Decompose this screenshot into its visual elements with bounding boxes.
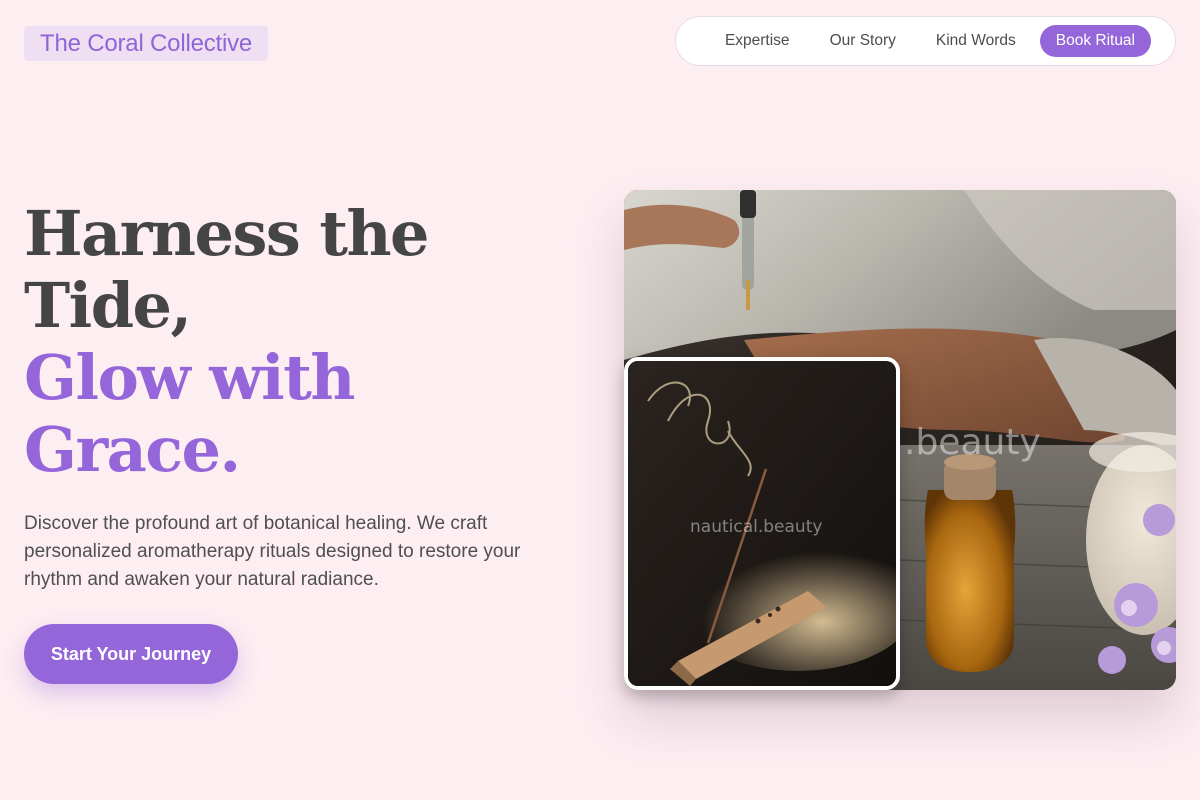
hero-description: Discover the profound art of botanical h… <box>24 513 521 590</box>
main-image-watermark: .beauty <box>904 422 1041 463</box>
top-nav: Expertise Our Story Kind Words Book Ritu… <box>675 16 1176 66</box>
brand-logo[interactable]: The Coral Collective <box>24 26 269 61</box>
start-journey-button[interactable]: Start Your Journey <box>24 624 238 684</box>
nav-item-kind-words[interactable]: Kind Words <box>936 32 1016 50</box>
hero-title-line: Tide, <box>24 269 192 342</box>
nav-item-expertise[interactable]: Expertise <box>725 32 790 50</box>
inset-image-watermark: nautical.beauty <box>690 517 823 537</box>
hero-title-accent-line: Grace. <box>24 413 241 486</box>
hero-title: Harness the Tide, Glow with Grace. <box>24 197 430 486</box>
hero-inset-image: nautical.beauty <box>624 357 900 690</box>
nav-item-our-story[interactable]: Our Story <box>830 32 896 50</box>
hero-title-line: Harness the <box>24 197 430 270</box>
hero-title-accent-line: Glow with <box>24 341 355 414</box>
book-ritual-button[interactable]: Book Ritual <box>1039 25 1151 57</box>
